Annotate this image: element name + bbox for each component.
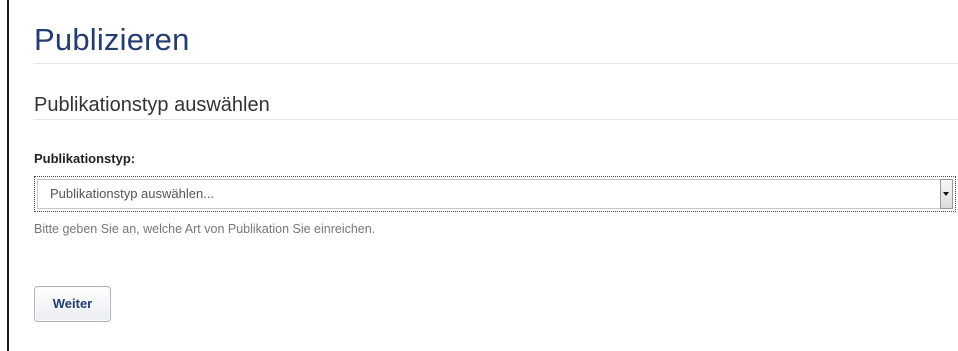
section-divider — [34, 119, 958, 120]
page-frame: Publizieren Publikationstyp auswählen Pu… — [7, 0, 958, 351]
section-heading: Publikationstyp auswählen — [34, 94, 270, 116]
chevron-down-icon — [943, 192, 949, 196]
next-button[interactable]: Weiter — [34, 286, 111, 322]
select-selected-value: Publikationstyp auswählen... — [50, 186, 215, 201]
publication-type-help-text: Bitte geben Sie an, welche Art von Publi… — [34, 222, 376, 236]
publication-type-label: Publikationstyp: — [34, 151, 136, 166]
title-divider — [34, 63, 958, 64]
dropdown-button[interactable] — [940, 179, 953, 209]
publication-type-select[interactable]: Publikationstyp auswählen... — [34, 176, 956, 212]
page-title: Publizieren — [34, 22, 190, 57]
